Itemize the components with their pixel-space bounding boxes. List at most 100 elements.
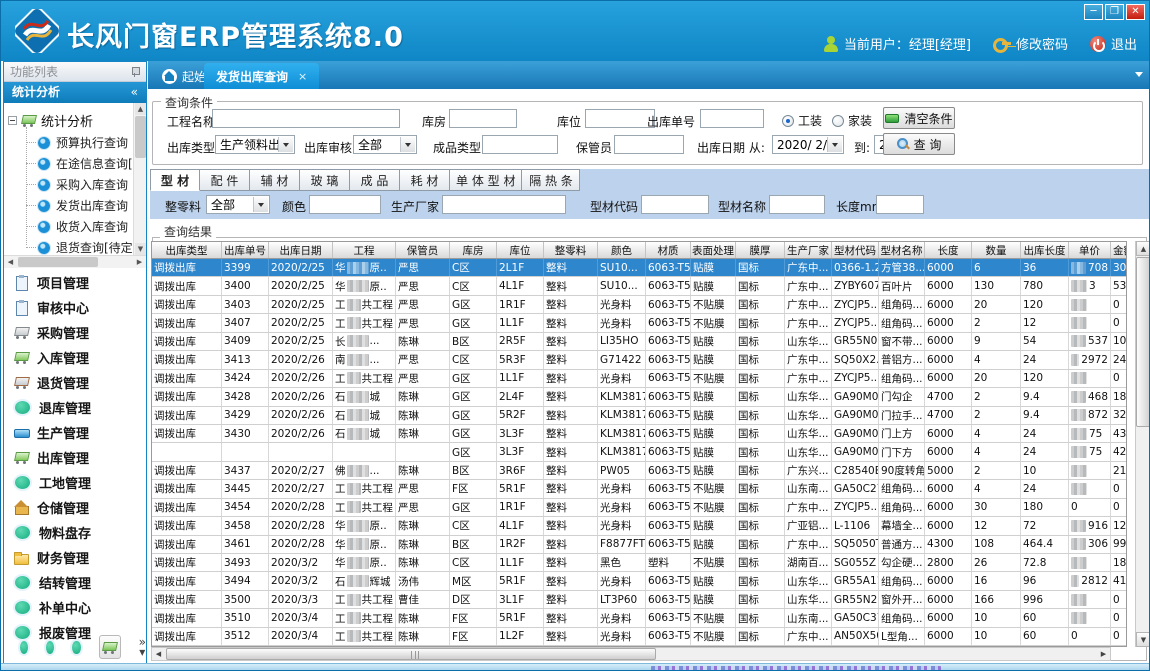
tabbar-dropdown-icon[interactable] — [1135, 72, 1143, 77]
table-row[interactable]: 调拨出库34372020/2/27佛...陈琳B区3R6F整料PW056063-… — [152, 462, 1126, 480]
sidebar-group-4[interactable]: 退货管理 — [4, 370, 146, 395]
minimize-button[interactable]: ─ — [1084, 4, 1103, 20]
col-header-film-thickness[interactable]: 膜厚 — [736, 242, 785, 258]
logout-button[interactable]: 退出 — [1090, 34, 1137, 53]
sidebar-group-13[interactable]: 补单中心 — [4, 595, 146, 620]
table-row[interactable]: 调拨出库34282020/2/26石城陈琳G区2L4F整料KLM38176063… — [152, 388, 1126, 406]
profile-name-input[interactable] — [769, 195, 825, 214]
col-header-whole-part[interactable]: 整零料 — [544, 242, 598, 258]
material-tab-6[interactable]: 单 体 型 材 — [450, 169, 522, 191]
scroll-thumb[interactable] — [18, 257, 98, 267]
sidebar-group-5[interactable]: 退库管理 — [4, 395, 146, 420]
table-row[interactable]: 调拨出库34072020/2/25工共工程严思G区1L1F整料光身料6063-T… — [152, 314, 1126, 332]
table-row[interactable]: 调拨出库34452020/2/27工共工程严思F区5R1F整料光身料6063-T… — [152, 480, 1126, 498]
dropdown-arrow-icon[interactable] — [278, 137, 293, 152]
col-header-project[interactable]: 工程 — [333, 242, 396, 258]
sidebar-group-11[interactable]: 财务管理 — [4, 545, 146, 570]
scroll-thumb[interactable] — [135, 116, 146, 158]
table-row[interactable]: 调拨出库33992020/2/25华原..严思C区2L1F整料SU10...60… — [152, 259, 1126, 277]
material-tab-0[interactable]: 型 材 — [150, 169, 200, 191]
close-button[interactable]: ✕ — [1126, 4, 1145, 20]
table-row[interactable]: 调拨出库35122020/3/4工共工程陈琳F区1L2F整料光身料6063-T5… — [152, 628, 1126, 646]
scroll-up-icon[interactable]: ▲ — [135, 103, 146, 115]
collapse-arrow[interactable]: « — [131, 82, 138, 103]
footer-dot-button-1[interactable] — [20, 641, 28, 654]
tree-expander-icon[interactable] — [8, 116, 17, 125]
change-password-button[interactable]: 修改密码 — [993, 34, 1068, 53]
sidebar-group-6[interactable]: 生产管理 — [4, 420, 146, 445]
table-row[interactable]: 调拨出库34292020/2/26石城陈琳G区5R2F整料KLM38176063… — [152, 407, 1126, 425]
table-row[interactable]: 调拨出库34302020/2/26石城陈琳G区3L3F整料KLM38176063… — [152, 425, 1126, 443]
scroll-left-icon[interactable]: ◀ — [152, 648, 165, 660]
clear-conditions-button[interactable]: 清空条件 — [883, 107, 955, 129]
tree-horizontal-scrollbar[interactable]: ◀ ▶ — [4, 255, 146, 268]
whole-part-combo[interactable]: 全部 — [206, 195, 270, 214]
tree-item-2[interactable]: 采购入库查询 — [26, 174, 145, 195]
table-vertical-scrollbar[interactable]: ▲ ▼ — [1135, 241, 1150, 647]
scroll-left-icon[interactable]: ◀ — [5, 257, 16, 268]
tree-item-0[interactable]: 预算执行查询 — [26, 132, 145, 153]
pin-icon[interactable] — [130, 67, 140, 77]
material-tab-7[interactable]: 隔 热 条 — [522, 169, 580, 191]
sidebar-group-3[interactable]: 入库管理 — [4, 345, 146, 370]
tree-item-4[interactable]: 收货入库查询 — [26, 216, 145, 237]
profile-code-input[interactable] — [641, 195, 709, 214]
dropdown-arrow-icon[interactable] — [253, 197, 268, 212]
sidebar-group-2[interactable]: 采购管理 — [4, 320, 146, 345]
scroll-down-icon[interactable]: ▼ — [1136, 632, 1150, 647]
scroll-thumb[interactable] — [1136, 257, 1150, 427]
sidebar-group-9[interactable]: 仓储管理 — [4, 495, 146, 520]
col-header-profile-name[interactable]: 型材名称 — [879, 242, 925, 258]
table-row[interactable]: 调拨出库34542020/2/28工共工程严思G区1R1F整料光身料6063-T… — [152, 499, 1126, 517]
table-row[interactable]: 调拨出库34582020/2/28华原..陈琳C区4L1F整料光身料6063-T… — [152, 517, 1126, 535]
material-tab-4[interactable]: 成 品 — [350, 169, 400, 191]
col-header-location[interactable]: 库位 — [497, 242, 544, 258]
location-input[interactable] — [585, 109, 655, 128]
col-header-keeper[interactable]: 保管员 — [396, 242, 450, 258]
col-header-date[interactable]: 出库日期 — [269, 242, 333, 258]
col-header-profile-code[interactable]: 型材代码 — [832, 242, 879, 258]
sidebar-group-0[interactable]: 项目管理 — [4, 270, 146, 295]
table-row[interactable]: 调拨出库34092020/2/25长...陈琳B区2R5F整料LI35HO606… — [152, 333, 1126, 351]
col-header-qty[interactable]: 数量 — [972, 242, 1021, 258]
tab-shipping-query[interactable]: 发货出库查询 × — [204, 63, 319, 89]
table-row[interactable]: 调拨出库34612020/2/28华原..陈琳B区1R2F整料F8877FT60… — [152, 536, 1126, 554]
color-input[interactable] — [309, 195, 381, 214]
col-header-unit-price[interactable]: 单价 — [1069, 242, 1111, 258]
sidebar-group-7[interactable]: 出库管理 — [4, 445, 146, 470]
scroll-right-icon[interactable]: ▶ — [1097, 648, 1110, 660]
col-header-amount[interactable]: 金额 — [1111, 242, 1127, 258]
col-header-length[interactable]: 长度 — [925, 242, 972, 258]
dropdown-arrow-icon[interactable] — [827, 137, 842, 152]
table-row[interactable]: 调拨出库34242020/2/26工共工程严思G区1L1F整料光身料6063-T… — [152, 370, 1126, 388]
order-no-input[interactable] — [700, 109, 764, 128]
col-header-color[interactable]: 颜色 — [598, 242, 646, 258]
scroll-up-icon[interactable]: ▲ — [1136, 241, 1150, 256]
col-header-out-length[interactable]: 出库长度 — [1021, 242, 1069, 258]
dropdown-arrow-icon[interactable] — [400, 137, 415, 152]
sidebar-group-8[interactable]: 工地管理 — [4, 470, 146, 495]
col-header-maker[interactable]: 生产厂家 — [785, 242, 832, 258]
material-tab-1[interactable]: 配 件 — [200, 169, 250, 191]
scroll-down-icon[interactable]: ▼ — [135, 243, 146, 255]
col-header-warehouse[interactable]: 库房 — [450, 242, 497, 258]
table-row[interactable]: 调拨出库35102020/3/4工共工程陈琳F区5R1F整料光身料6063-T5… — [152, 609, 1126, 627]
table-row[interactable]: 调拨出库34032020/2/25工共工程严思G区1R1F整料光身料6063-T… — [152, 296, 1126, 314]
material-tab-5[interactable]: 耗 材 — [400, 169, 450, 191]
sidebar-group-1[interactable]: 审核中心 — [4, 295, 146, 320]
table-row[interactable]: 调拨出库34002020/2/25华原..严思C区4L1F整料SU10...60… — [152, 277, 1126, 295]
material-tab-2[interactable]: 辅 材 — [250, 169, 300, 191]
tab-close-icon[interactable]: × — [298, 70, 307, 83]
radio-work-install[interactable]: 工装 — [782, 112, 822, 129]
col-header-surface[interactable]: 表面处理 — [691, 242, 736, 258]
project-name-input[interactable] — [212, 109, 400, 128]
stat-panel-header[interactable]: 统计分析 « — [4, 82, 146, 103]
sidebar-group-10[interactable]: 物料盘存 — [4, 520, 146, 545]
footer-cart-button[interactable] — [99, 635, 121, 659]
footer-more-button[interactable]: »▾ — [139, 637, 146, 657]
radio-home-install[interactable]: 家装 — [832, 112, 872, 129]
table-row[interactable]: 调拨出库34132020/2/26南...严思C区5R3F整料G71422606… — [152, 351, 1126, 369]
maker-input[interactable] — [442, 195, 566, 214]
out-audit-combo[interactable]: 全部 — [353, 135, 417, 154]
footer-dot-button-3[interactable] — [72, 641, 80, 654]
